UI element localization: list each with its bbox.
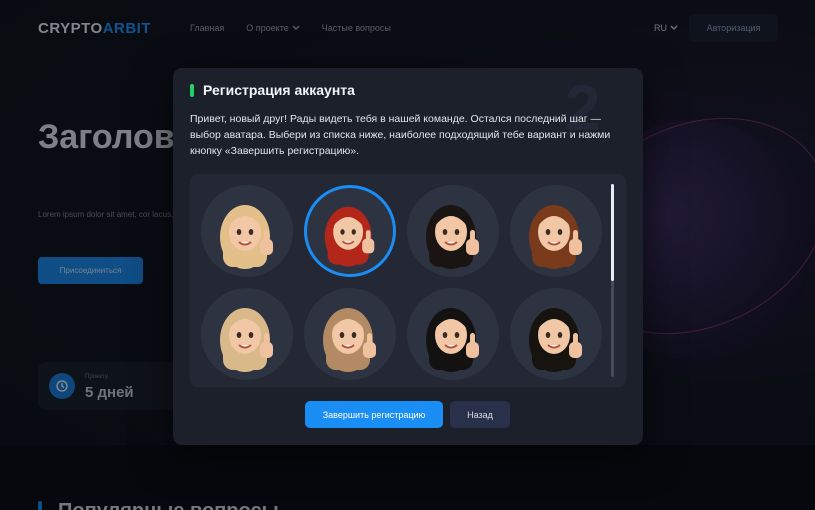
memoji-icon: [529, 205, 582, 269]
avatar-blonde-curly[interactable]: [201, 288, 293, 380]
memoji-icon: [426, 205, 479, 269]
avatar-grid: [201, 185, 602, 380]
avatar-list[interactable]: [190, 174, 626, 387]
memoji-icon: [220, 308, 273, 372]
finish-registration-button[interactable]: Завершить регистрацию: [305, 401, 443, 428]
avatar-black-long[interactable]: [407, 185, 499, 277]
modal-title: Регистрация аккаунта: [203, 82, 355, 98]
memoji-icon: [529, 308, 582, 372]
memoji-icon: [324, 206, 375, 267]
avatar-black-straight[interactable]: [510, 288, 602, 380]
avatar-light-brown-bangs[interactable]: [304, 288, 396, 380]
avatar-black-bangs[interactable]: [407, 288, 499, 380]
memoji-icon: [426, 308, 479, 372]
modal-description: Привет, новый друг! Рады видеть тебя в н…: [190, 113, 611, 157]
avatar-red-hair[interactable]: [304, 185, 396, 277]
registration-modal: 2 Регистрация аккаунта Привет, новый дру…: [173, 68, 643, 445]
title-accent-bar: [190, 84, 194, 97]
memoji-icon: [323, 308, 376, 372]
memoji-icon: [220, 205, 273, 269]
scrollbar-thumb[interactable]: [611, 184, 614, 281]
avatar-blonde-long[interactable]: [201, 185, 293, 277]
avatar-curly-auburn[interactable]: [510, 185, 602, 277]
back-button[interactable]: Назад: [450, 401, 510, 428]
